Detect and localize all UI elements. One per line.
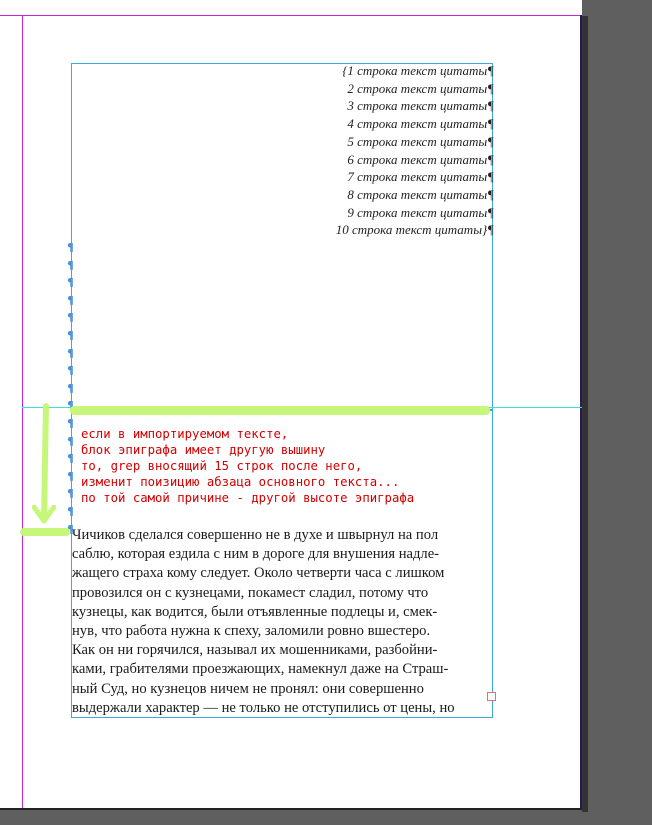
annotation-line: изменит поизицию абзаца основного текста… (81, 475, 400, 490)
annotation-line: блок эпиграфа имеет другую вышину (81, 443, 326, 458)
pilcrow-mark: ¶ (67, 452, 74, 466)
body-line: Как он ни горячился, называл их мошенник… (72, 642, 438, 659)
pilcrow-mark: ¶ (67, 434, 74, 448)
quote-line: 6 строка текст цитаты¶ (347, 151, 494, 167)
body-line: саблю, которая ездила с ним в дороге для… (72, 546, 440, 563)
annotation-note: если в импортируемом тексте, блок эпигра… (81, 426, 414, 506)
body-line: жащего страха кому следует. Около четвер… (72, 565, 445, 582)
quote-line: 10 строка текст цитаты}¶ (335, 222, 494, 238)
quote-line: {1 строка текст цитаты¶ (342, 63, 494, 78)
pilcrow-mark: ¶ (67, 328, 74, 342)
text-overset-port[interactable] (487, 692, 496, 701)
body-line: выдержали характер — не только не отступ… (72, 699, 455, 716)
quote-line: 5 строка текст цитаты¶ (347, 133, 494, 149)
pilcrow-mark: ¶ (67, 469, 74, 483)
body-line: провозился он с кузнецами, покамест слад… (72, 584, 429, 601)
arrow-baseline-marker (20, 528, 70, 536)
quote-line: 8 строка текст цитаты¶ (347, 186, 494, 202)
empty-paragraph-marks: ¶ ¶ ¶ ¶ ¶ ¶ ¶ ¶ ¶ ¶ ¶ ¶ ¶ ¶ ¶ ¶ ¶ (67, 239, 74, 538)
pilcrow-mark: ¶ (67, 416, 74, 430)
page-right-edge (580, 15, 582, 808)
epigraph-quote: {1 строка текст цитаты¶ 2 строка текст ц… (336, 62, 494, 239)
arrow-down-icon (32, 505, 56, 524)
quote-line: 3 строка текст цитаты¶ (347, 98, 494, 114)
pilcrow-mark: ¶ (67, 276, 74, 290)
highlight-marker-bar (70, 406, 490, 415)
pilcrow-mark: ¶ (67, 504, 74, 518)
annotation-line: по той самой причине - другой высоте эпи… (81, 491, 415, 506)
page-shadow (582, 16, 588, 812)
quote-line: 2 строка текст цитаты¶ (347, 80, 494, 96)
pilcrow-mark: ¶ (67, 258, 74, 272)
top-margin-guide (0, 15, 582, 16)
main-body-text: Чичиков сделался совершенно не в духе и … (72, 526, 492, 718)
pilcrow-mark: ¶ (67, 241, 74, 254)
left-margin-guide (22, 15, 23, 808)
annotation-line: если в импортируемом тексте, (81, 427, 289, 441)
body-line: нув, что работа нужна к спеху, заломили … (72, 623, 431, 640)
body-line: кузнецы, как водится, были отъявленные п… (72, 603, 438, 620)
pilcrow-mark: ¶ (67, 293, 74, 307)
annotation-line: то, grep вносящий 15 строк после него, (81, 459, 363, 474)
quote-line: 7 строка текст цитаты¶ (347, 169, 494, 185)
pilcrow-mark: ¶ (67, 364, 74, 378)
pilcrow-mark: ¶ (67, 381, 74, 395)
pilcrow-mark: ¶ (67, 311, 74, 325)
body-line: ный Суд, но кузнецов ничем не пронял: он… (72, 680, 424, 697)
body-line: Чичиков сделался совершенно не в духе и … (72, 527, 439, 543)
quote-line: 9 строка текст цитаты¶ (347, 204, 494, 220)
body-line: ками, грабителями проезжающих, намекнул … (72, 661, 449, 678)
pilcrow-mark: ¶ (67, 346, 74, 360)
pilcrow-mark: ¶ (67, 487, 74, 501)
quote-line: 4 строка текст цитаты¶ (347, 116, 494, 132)
